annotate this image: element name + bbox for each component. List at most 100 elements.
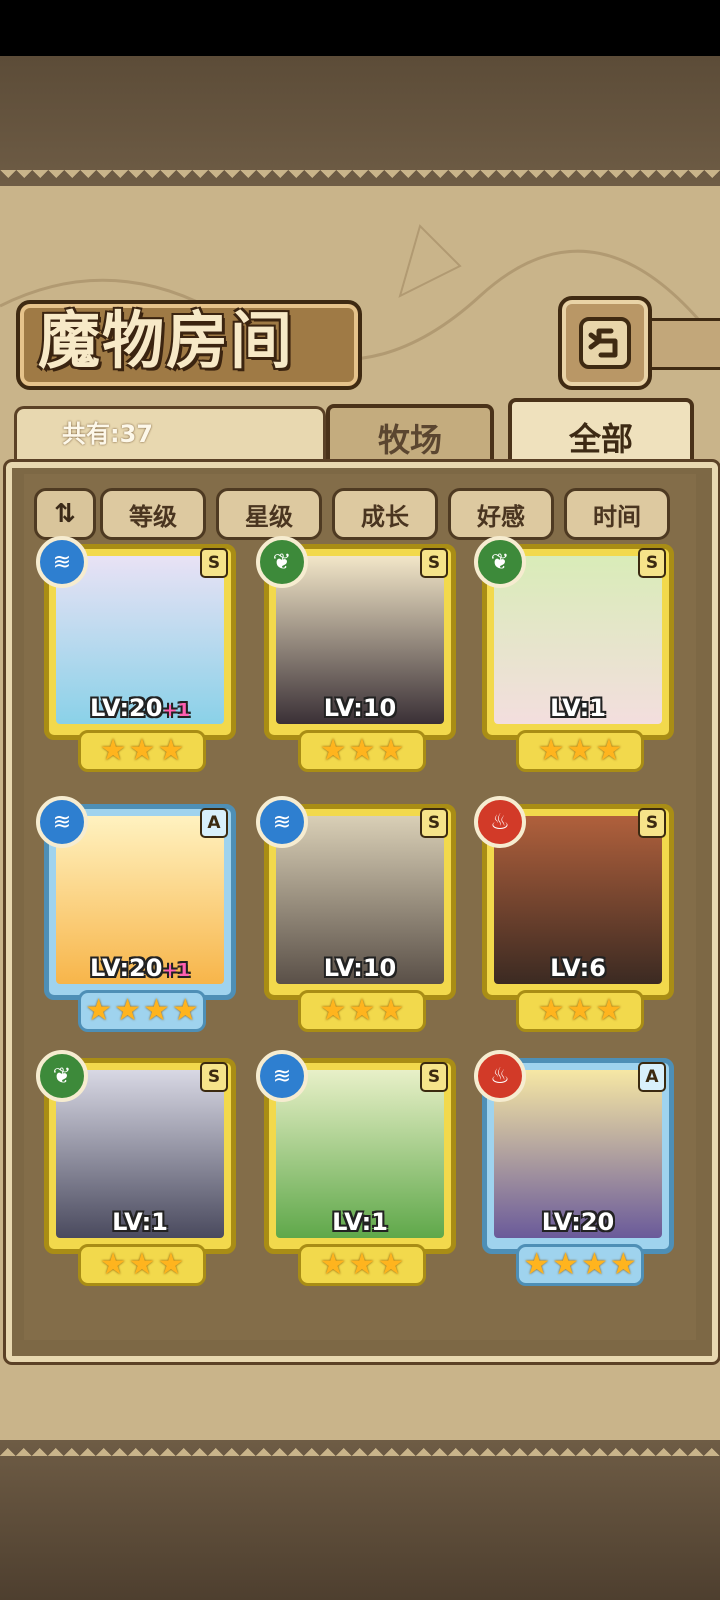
level-text: LV:20 [541,1208,615,1236]
star-icon: ★ [143,993,170,1028]
leaf-icon: ❦ [36,1050,88,1102]
tab-ranch[interactable]: 牧场 [326,404,494,468]
monster-level: LV:20 [494,1208,662,1236]
rank-badge: S [200,1062,228,1092]
star-icon: ★ [566,733,594,768]
star-icon: ★ [552,1247,579,1282]
sort-growth-button[interactable]: 成长 [332,488,438,540]
page-title: 魔物房间 [38,304,295,377]
sort-star-label: 星级 [245,502,293,531]
level-bonus: +1 [162,960,191,981]
sort-level-label: 等级 [129,502,177,531]
star-rating: ★ ★ ★ [298,730,426,772]
star-icon: ★ [128,733,156,768]
level-text: LV:1 [332,1208,388,1236]
star-icon: ★ [609,1247,637,1282]
sort-time-button[interactable]: 时间 [564,488,670,540]
level-text: LV:20 [89,954,163,982]
top-map-strip [0,56,720,186]
star-icon: ★ [171,993,199,1028]
monster-level: LV:20+1 [56,954,224,982]
star-rating: ★ ★ ★ [516,990,644,1032]
monster-card[interactable]: LV:10 ★ ★ ★ ≋ S [256,796,456,1034]
monster-level: LV:1 [494,694,662,722]
star-icon: ★ [377,1247,405,1282]
star-icon: ★ [85,993,113,1028]
star-rating: ★ ★ ★ [298,1244,426,1286]
tab-all[interactable]: 全部 [508,398,694,472]
level-text: LV:1 [550,694,606,722]
monster-card[interactable]: LV:20+1 ★ ★ ★ ★ ≋ A [36,796,236,1034]
star-icon: ★ [319,1247,347,1282]
monster-level: LV:10 [276,954,444,982]
star-icon: ★ [99,1247,127,1282]
star-icon: ★ [537,733,565,768]
star-icon: ★ [595,993,623,1028]
star-icon: ★ [114,993,141,1028]
level-text: LV:10 [323,694,397,722]
monster-count: 共有:37 [62,420,153,448]
rank-badge: S [638,548,666,578]
back-button[interactable] [558,296,652,390]
fire-icon: ♨ [474,796,526,848]
monster-card[interactable]: LV:6 ★ ★ ★ ♨ S [474,796,674,1034]
star-icon: ★ [566,993,594,1028]
star-icon: ★ [319,733,347,768]
sort-order-toggle[interactable]: ⇅ [34,488,96,540]
star-icon: ★ [595,733,623,768]
fire-icon: ♨ [474,1050,526,1102]
water-icon: ≋ [36,796,88,848]
sort-affection-button[interactable]: 好感 [448,488,554,540]
water-icon: ≋ [256,796,308,848]
star-icon: ★ [377,733,405,768]
monster-card[interactable]: LV:20 ★ ★ ★ ★ ♨ A [474,1050,674,1288]
star-icon: ★ [523,1247,551,1282]
star-icon: ★ [348,993,376,1028]
star-rating: ★ ★ ★ [298,990,426,1032]
monster-card[interactable]: LV:1 ★ ★ ★ ❦ S [474,536,674,774]
star-icon: ★ [581,1247,608,1282]
rank-badge: S [420,1062,448,1092]
tab-all-label: 全部 [568,420,633,458]
star-icon: ★ [319,993,347,1028]
star-rating: ★ ★ ★ ★ [78,990,206,1032]
star-icon: ★ [157,733,185,768]
count-bar [14,406,326,459]
rank-badge: A [638,1062,666,1092]
monster-card[interactable]: LV:20+1 ★ ★ ★ ≋ S [36,536,236,774]
monster-level: LV:1 [276,1208,444,1236]
leaf-icon: ❦ [474,536,526,588]
level-bonus: +1 [162,700,191,721]
star-icon: ★ [348,733,376,768]
sort-growth-label: 成长 [361,502,409,531]
sort-level-button[interactable]: 等级 [100,488,206,540]
bottom-map-strip [0,1440,720,1600]
sort-star-button[interactable]: 星级 [216,488,322,540]
monster-card[interactable]: LV:1 ★ ★ ★ ❦ S [36,1050,236,1288]
level-text: LV:20 [89,694,163,722]
star-icon: ★ [157,1247,185,1282]
level-text: LV:10 [323,954,397,982]
rank-badge: S [420,808,448,838]
star-icon: ★ [348,1247,376,1282]
monster-level: LV:20+1 [56,694,224,722]
back-arrow-icon [579,317,631,369]
sort-time-label: 时间 [593,502,641,531]
monster-level: LV:6 [494,954,662,982]
monster-card[interactable]: LV:10 ★ ★ ★ ❦ S [256,536,456,774]
water-icon: ≋ [36,536,88,588]
monster-level: LV:10 [276,694,444,722]
star-rating: ★ ★ ★ [78,730,206,772]
tab-ranch-label: 牧场 [377,421,442,459]
back-rail [640,318,720,370]
rank-badge: S [420,548,448,578]
leaf-icon: ❦ [256,536,308,588]
level-text: LV:1 [112,1208,168,1236]
star-rating: ★ ★ ★ [78,1244,206,1286]
rank-badge: S [200,548,228,578]
monster-card[interactable]: LV:1 ★ ★ ★ ≋ S [256,1050,456,1288]
star-rating: ★ ★ ★ ★ [516,1244,644,1286]
star-icon: ★ [537,993,565,1028]
sort-affection-label: 好感 [477,502,525,531]
rank-badge: S [638,808,666,838]
